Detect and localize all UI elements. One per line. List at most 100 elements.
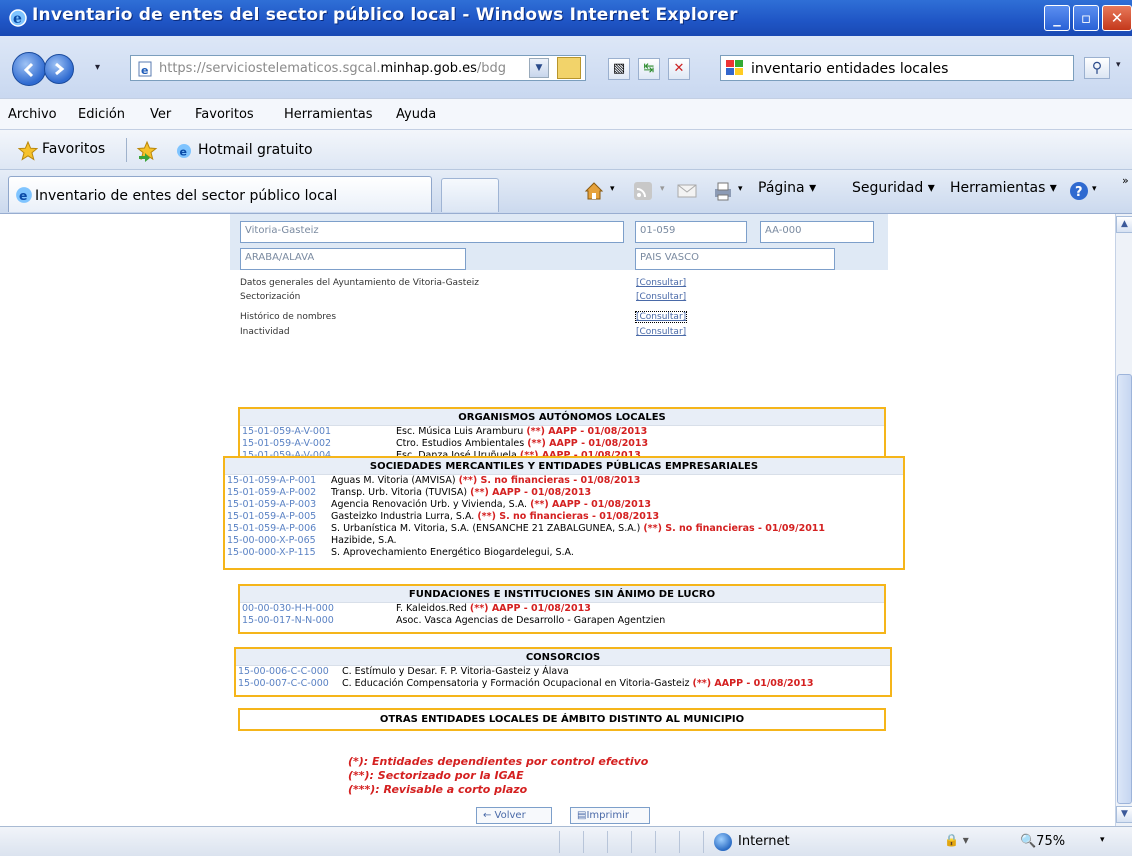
ie-logo-icon: e: [9, 9, 27, 27]
entity-code-link[interactable]: 15-01-059-A-P-003: [227, 499, 316, 511]
menu-favoritos[interactable]: Favoritos: [195, 107, 254, 122]
comunidad-field: PAIS VASCO: [635, 248, 835, 270]
forward-button[interactable]: [44, 54, 74, 84]
search-button[interactable]: ⚲: [1084, 57, 1110, 79]
entity-code-link[interactable]: 15-01-059-A-V-002: [242, 438, 331, 450]
vertical-scrollbar[interactable]: ▲ ▼: [1115, 214, 1132, 826]
table-row: 00-00-030-H-H-000 F. Kaleidos.Red (**) AA…: [242, 603, 591, 615]
entity-code-link[interactable]: 15-01-059-A-P-001: [227, 475, 316, 487]
section-title: FUNDACIONES E INSTITUCIONES SIN ÁNIMO DE…: [240, 586, 884, 603]
favorites-star-icon: [18, 141, 38, 161]
zoom-level[interactable]: 🔍75%: [1020, 834, 1065, 849]
zoom-dropdown[interactable]: ▾: [1100, 835, 1105, 845]
favorites-button[interactable]: Favoritos: [42, 141, 105, 157]
stop-icon[interactable]: ✕: [668, 58, 690, 80]
hotmail-link[interactable]: Hotmail gratuito: [198, 142, 313, 158]
toolbar-overflow-icon[interactable]: »: [1122, 174, 1129, 187]
scroll-thumb[interactable]: [1117, 374, 1132, 804]
refresh-icon[interactable]: ↹: [638, 58, 660, 80]
divider: [126, 138, 127, 162]
help-dropdown[interactable]: ▾: [1092, 184, 1097, 194]
entity-code-link[interactable]: 15-00-007-C-C-000: [238, 678, 329, 690]
search-provider-icon: [726, 60, 743, 75]
feeds-icon[interactable]: [632, 180, 654, 202]
search-icon: ⚲: [1091, 60, 1103, 76]
menu-ver[interactable]: Ver: [150, 107, 171, 122]
svg-text:e: e: [141, 64, 148, 77]
entity-code-link[interactable]: 15-00-000-X-P-115: [227, 547, 316, 559]
entity-code-link[interactable]: 15-00-017-N-N-000: [242, 615, 334, 627]
inactividad-link[interactable]: [Consultar]: [636, 327, 686, 337]
inactividad-label: Inactividad: [240, 327, 290, 337]
municipio-field: Vitoria-Gasteiz: [240, 221, 624, 243]
protected-mode-icon[interactable]: 🔒 ▾: [944, 833, 969, 847]
consorcios-section: CONSORCIOS 15-00-006-C-C-000 C. Estímulo …: [234, 647, 892, 697]
entity-code-link[interactable]: 00-00-030-H-H-000: [242, 603, 334, 615]
ie-page-icon: e: [177, 144, 191, 159]
datos-generales-link[interactable]: [Consultar]: [636, 278, 686, 288]
help-icon[interactable]: ?: [1068, 180, 1090, 202]
legend-sectorizado: (**): Sectorizado por la IGAE: [348, 769, 524, 782]
table-row: 15-01-059-A-P-002 Transp. Urb. Vitoria (T…: [227, 487, 592, 499]
tools-menu[interactable]: Herramientas ▾: [950, 180, 1057, 196]
security-menu[interactable]: Seguridad ▾: [852, 180, 935, 196]
minimize-icon: _: [1053, 9, 1061, 27]
imprimir-button[interactable]: ▤Imprimir: [570, 807, 650, 824]
recent-pages-dropdown[interactable]: ▾: [95, 62, 100, 73]
entity-identification-panel: Vitoria-Gasteiz 01-059 AA-000 ARABA/ALAV…: [230, 214, 888, 270]
maximize-button[interactable]: ▫: [1073, 5, 1099, 31]
page-menu[interactable]: Página ▾: [758, 180, 816, 196]
address-bar[interactable]: e https://serviciostelematicos.sgcal.min…: [130, 55, 586, 81]
back-button[interactable]: [12, 52, 46, 86]
search-input[interactable]: inventario entidades locales: [751, 61, 948, 77]
volver-button[interactable]: ← Volver: [476, 807, 552, 824]
historico-link[interactable]: [Consultar]: [634, 311, 688, 323]
close-button[interactable]: ✕: [1102, 5, 1132, 31]
tab-inventario[interactable]: e Inventario de entes del sector público…: [8, 176, 432, 212]
scroll-down-button[interactable]: ▼: [1116, 806, 1132, 823]
sectorizacion-link[interactable]: [Consultar]: [636, 292, 686, 302]
search-box[interactable]: inventario entidades locales: [720, 55, 1074, 81]
page-icon: e: [138, 61, 152, 77]
status-cell: [632, 831, 656, 853]
compatibility-view-icon[interactable]: ▧: [608, 58, 630, 80]
url-dropdown-button[interactable]: ▼: [529, 58, 549, 78]
svg-text:e: e: [180, 146, 187, 159]
menu-ayuda[interactable]: Ayuda: [396, 107, 436, 122]
scroll-up-button[interactable]: ▲: [1116, 216, 1132, 233]
historico-label: Histórico de nombres: [240, 312, 337, 322]
entity-code-link[interactable]: 15-01-059-A-V-001: [242, 426, 331, 438]
status-cell: [680, 831, 704, 853]
print-icon[interactable]: [712, 180, 734, 202]
entity-code-link[interactable]: 15-01-059-A-P-002: [227, 487, 316, 499]
minimize-button[interactable]: _: [1044, 5, 1070, 31]
entity-code-link[interactable]: 15-01-059-A-P-005: [227, 511, 316, 523]
legend-revisable: (***): Revisable a corto plazo: [348, 783, 528, 796]
entity-code-link[interactable]: 15-00-000-X-P-065: [227, 535, 316, 547]
legend-control-efectivo: (*): Entidades dependientes por control …: [348, 755, 649, 768]
close-icon: ✕: [1110, 9, 1124, 27]
add-favorite-icon[interactable]: [136, 140, 158, 162]
print-dropdown[interactable]: ▾: [738, 184, 743, 194]
home-icon[interactable]: [583, 180, 605, 202]
new-tab-button[interactable]: [441, 178, 499, 212]
codigo-secundario-field: AA-000: [760, 221, 874, 243]
internet-zone-icon: [714, 833, 732, 851]
entity-code-link[interactable]: 15-00-006-C-C-000: [238, 666, 329, 678]
home-dropdown[interactable]: ▾: [610, 184, 615, 194]
entity-code-link[interactable]: 15-01-059-A-P-006: [227, 523, 316, 535]
search-options-dropdown[interactable]: ▾: [1116, 60, 1121, 70]
feeds-dropdown[interactable]: ▾: [660, 184, 665, 194]
arrow-right-icon: [55, 62, 65, 76]
security-zone-label[interactable]: Internet: [738, 834, 790, 849]
menu-archivo[interactable]: Archivo: [8, 107, 57, 122]
menu-edicion[interactable]: Edición: [78, 107, 125, 122]
status-cell: [656, 831, 680, 853]
table-row: 15-00-017-N-N-000 Asoc. Vasca Agencias de…: [242, 615, 666, 627]
mail-icon[interactable]: [676, 180, 698, 202]
table-row: 15-00-000-X-P-115 S. Aprovechamiento Ener…: [227, 547, 574, 559]
security-lock-icon[interactable]: [557, 57, 581, 79]
menu-herramientas[interactable]: Herramientas: [284, 107, 373, 122]
url-text[interactable]: https://serviciostelematicos.sgcal.minha…: [159, 61, 527, 76]
svg-text:?: ?: [1075, 185, 1083, 200]
